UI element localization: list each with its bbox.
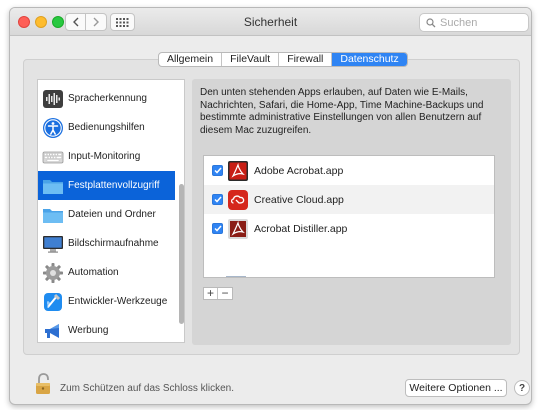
search-input[interactable]	[440, 16, 520, 29]
lock-hint: Zum Schützen auf das Schloss klicken.	[60, 383, 234, 394]
checkmark-icon	[213, 167, 222, 174]
tab-allgemein[interactable]: Allgemein	[159, 53, 223, 66]
checkmark-icon	[213, 196, 222, 203]
sidebar-item-bildschirmaufnahme[interactable]: Bildschirmaufnahme	[38, 229, 175, 258]
folder-icon	[43, 208, 63, 223]
help-button[interactable]: ?	[514, 380, 530, 396]
sidebar-item-label: Werbung	[68, 325, 109, 336]
add-remove-control: + −	[203, 287, 233, 300]
title-bar: Sicherheit	[10, 8, 531, 36]
acrobat-icon	[228, 160, 248, 181]
app-list: Adobe Acrobat.app Creative Cloud.app Acr…	[203, 155, 495, 278]
search-field[interactable]	[419, 13, 529, 32]
add-app-button[interactable]: +	[204, 287, 218, 299]
sidebar-item-label: Spracherkennung	[68, 93, 147, 104]
waveform-icon	[43, 89, 63, 108]
app-name: Acrobat Distiller.app	[254, 222, 348, 235]
sidebar-item-automation[interactable]: Automation	[38, 258, 175, 287]
lock-icon[interactable]	[35, 373, 52, 395]
app-checkbox[interactable]	[212, 165, 223, 176]
creative-cloud-icon	[228, 189, 248, 210]
remove-app-button[interactable]: −	[218, 287, 232, 299]
list-scroll-indicator	[226, 276, 246, 277]
sidebar-item-label: Festplattenvollzugriff	[68, 180, 160, 191]
tab-filevault[interactable]: FileVault	[222, 53, 280, 66]
sidebar-item-label: Bildschirmaufnahme	[68, 238, 159, 249]
app-checkbox[interactable]	[212, 194, 223, 205]
access-description: Den unten stehenden Apps erlauben, auf D…	[200, 87, 484, 136]
scroll-thumb[interactable]	[179, 184, 184, 324]
app-row-acrobat-distiller[interactable]: Acrobat Distiller.app	[204, 214, 494, 243]
sidebar-item-label: Bedienungshilfen	[68, 122, 145, 133]
sidebar-item-dateien-und-ordner[interactable]: Dateien und Ordner	[38, 200, 175, 229]
distiller-icon	[228, 218, 248, 239]
folder-icon	[43, 179, 63, 194]
gear-icon	[43, 262, 63, 283]
app-name: Creative Cloud.app	[254, 193, 344, 206]
xcode-icon	[44, 292, 62, 311]
app-name: Adobe Acrobat.app	[254, 164, 344, 177]
privacy-category-list: Spracherkennung Bedienungshilfen Input-M…	[37, 79, 185, 343]
app-row-creative-cloud[interactable]: Creative Cloud.app	[204, 185, 494, 214]
sidebar-item-festplattenvollzugriff[interactable]: Festplattenvollzugriff	[38, 171, 175, 200]
megaphone-icon	[45, 323, 59, 338]
detail-panel: Den unten stehenden Apps erlauben, auf D…	[192, 79, 511, 345]
more-options-button[interactable]: Weitere Optionen ...	[405, 379, 507, 397]
search-icon	[426, 17, 436, 27]
checkmark-icon	[213, 225, 222, 232]
sidebar-item-label: Dateien und Ordner	[68, 209, 156, 220]
system-preferences-window: Sicherheit Allgemein FileVault Firewall …	[9, 7, 532, 405]
sidebar-scrollbar[interactable]	[178, 82, 184, 342]
keyboard-icon	[42, 151, 64, 163]
accessibility-icon	[43, 117, 63, 138]
sidebar-item-label: Input-Monitoring	[68, 151, 141, 162]
display-icon	[43, 235, 63, 253]
app-checkbox[interactable]	[212, 223, 223, 234]
sidebar-item-label: Automation	[68, 267, 119, 278]
tab-datenschutz[interactable]: Datenschutz	[332, 53, 407, 66]
tab-bar: Allgemein FileVault Firewall Datenschutz	[158, 52, 408, 67]
sidebar-item-entwickler-werkzeuge[interactable]: Entwickler-Werkzeuge	[38, 287, 175, 316]
tab-firewall[interactable]: Firewall	[279, 53, 333, 66]
sidebar-item-label: Entwickler-Werkzeuge	[68, 296, 168, 307]
app-row-adobe-acrobat[interactable]: Adobe Acrobat.app	[204, 156, 494, 185]
sidebar-item-bedienungshilfen[interactable]: Bedienungshilfen	[38, 113, 175, 142]
sidebar-item-spracherkennung[interactable]: Spracherkennung	[38, 84, 175, 113]
sidebar-item-werbung[interactable]: Werbung	[38, 316, 175, 342]
sidebar-item-input-monitoring[interactable]: Input-Monitoring	[38, 142, 175, 171]
